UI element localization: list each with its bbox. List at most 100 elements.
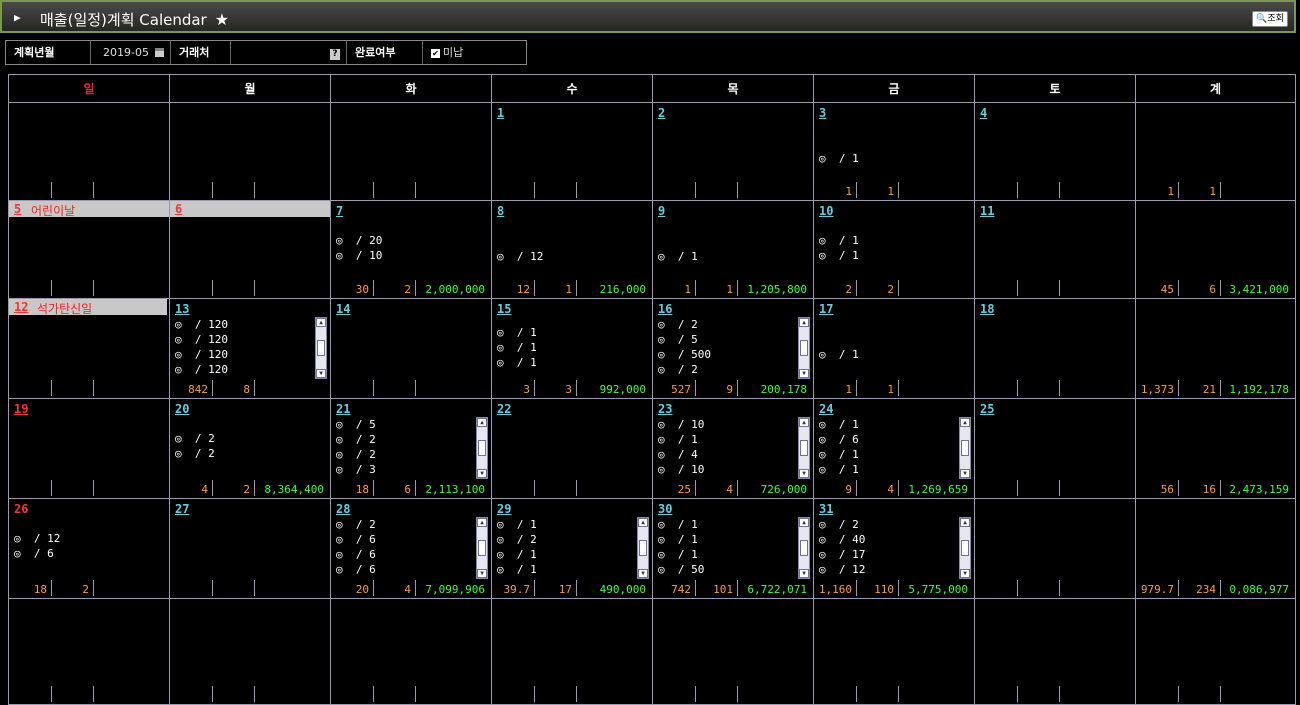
day-number[interactable]: 2 xyxy=(658,106,665,120)
schedule-entry[interactable]: ◎ / 10 xyxy=(658,462,704,477)
scroll-up-icon[interactable]: ▲ xyxy=(960,418,970,427)
week-total-cell[interactable]: 11 xyxy=(1136,103,1296,201)
day-cell[interactable]: 31 ◎ / 2 ◎ / 40 ◎ / 17 ◎ / 12 ▲ ▼ 1,160 110 5,775… xyxy=(814,499,975,599)
day-cell[interactable]: 22 xyxy=(492,399,653,499)
scroll-up-icon[interactable]: ▲ xyxy=(477,518,487,527)
schedule-entry[interactable]: ◎ / 500 xyxy=(658,347,711,362)
entries-scrollbar[interactable]: ▲ ▼ xyxy=(798,517,810,579)
day-cell[interactable]: 28 ◎ / 2 ◎ / 6 ◎ / 6 ◎ / 6 ▲ ▼ 20 4 7,099,906 xyxy=(331,499,492,599)
schedule-entry[interactable]: ◎ / 6 xyxy=(336,547,376,562)
day-cell[interactable]: 10 ◎ / 1 ◎ / 1 2 2 xyxy=(814,201,975,299)
day-number[interactable]: 20 xyxy=(175,402,189,416)
scroll-thumb[interactable] xyxy=(800,540,808,556)
day-cell[interactable]: 5 어린이날 xyxy=(9,201,170,299)
day-cell[interactable]: 12 석가탄신일 xyxy=(9,299,170,399)
week-total-cell[interactable]: 45 6 3,421,000 xyxy=(1136,201,1296,299)
entries-scrollbar[interactable]: ▲ ▼ xyxy=(637,517,649,579)
scroll-up-icon[interactable]: ▲ xyxy=(960,518,970,527)
day-cell[interactable]: 13 ◎ / 120 ◎ / 120 ◎ / 120 ◎ / 120 ▲ ▼ 842 8 xyxy=(170,299,331,399)
day-cell[interactable] xyxy=(653,599,814,705)
day-number[interactable]: 10 xyxy=(819,204,833,218)
day-cell[interactable]: 25 xyxy=(975,399,1136,499)
day-cell[interactable]: 27 xyxy=(170,499,331,599)
day-cell[interactable]: 24 ◎ / 1 ◎ / 6 ◎ / 1 ◎ / 1 ▲ ▼ 9 4 1,269,659 xyxy=(814,399,975,499)
schedule-entry[interactable]: ◎ / 1 xyxy=(819,151,859,166)
schedule-entry[interactable]: ◎ / 10 xyxy=(658,417,704,432)
schedule-entry[interactable]: ◎ / 50 xyxy=(658,562,704,577)
week-total-cell[interactable]: 56 16 2,473,159 xyxy=(1136,399,1296,499)
schedule-entry[interactable]: ◎ / 1 xyxy=(497,325,537,340)
day-cell[interactable]: 19 xyxy=(9,399,170,499)
scroll-up-icon[interactable]: ▲ xyxy=(477,418,487,427)
scroll-down-icon[interactable]: ▼ xyxy=(316,369,326,378)
day-cell[interactable]: 3 ◎ / 1 1 1 xyxy=(814,103,975,201)
schedule-entry[interactable]: ◎ / 2 xyxy=(497,532,537,547)
search-button[interactable]: 🔍조회 xyxy=(1252,11,1288,27)
schedule-entry[interactable]: ◎ / 1 xyxy=(658,432,698,447)
day-number[interactable]: 13 xyxy=(175,302,189,316)
day-number[interactable]: 29 xyxy=(497,502,511,516)
day-number[interactable]: 14 xyxy=(336,302,350,316)
entries-scrollbar[interactable]: ▲ ▼ xyxy=(959,417,971,479)
schedule-entry[interactable]: ◎ / 12 xyxy=(819,562,865,577)
scroll-down-icon[interactable]: ▼ xyxy=(477,569,487,578)
schedule-entry[interactable]: ◎ / 10 xyxy=(336,248,382,263)
day-cell[interactable]: 7 ◎ / 20 ◎ / 10 30 2 2,000,000 xyxy=(331,201,492,299)
scroll-thumb[interactable] xyxy=(961,440,969,456)
day-cell[interactable]: 1 xyxy=(492,103,653,201)
schedule-entry[interactable]: ◎ / 6 xyxy=(336,562,376,577)
scroll-down-icon[interactable]: ▼ xyxy=(638,569,648,578)
scroll-down-icon[interactable]: ▼ xyxy=(960,569,970,578)
day-number[interactable]: 27 xyxy=(175,502,189,516)
scroll-up-icon[interactable]: ▲ xyxy=(799,518,809,527)
day-cell[interactable] xyxy=(9,103,170,201)
scroll-down-icon[interactable]: ▼ xyxy=(799,469,809,478)
schedule-entry[interactable]: ◎ / 3 xyxy=(336,462,376,477)
day-number[interactable]: 31 xyxy=(819,502,833,516)
day-number[interactable]: 23 xyxy=(658,402,672,416)
schedule-entry[interactable]: ◎ / 1 xyxy=(819,233,859,248)
scroll-up-icon[interactable]: ▲ xyxy=(799,318,809,327)
scroll-down-icon[interactable]: ▼ xyxy=(960,469,970,478)
day-number[interactable]: 25 xyxy=(980,402,994,416)
day-number[interactable]: 30 xyxy=(658,502,672,516)
week-total-cell[interactable] xyxy=(1136,599,1296,705)
day-number[interactable]: 1 xyxy=(497,106,504,120)
scroll-down-icon[interactable]: ▼ xyxy=(477,469,487,478)
day-cell[interactable]: 2 xyxy=(653,103,814,201)
scroll-up-icon[interactable]: ▲ xyxy=(638,518,648,527)
scroll-thumb[interactable] xyxy=(478,440,486,456)
day-number[interactable]: 28 xyxy=(336,502,350,516)
day-cell[interactable] xyxy=(975,599,1136,705)
day-number[interactable]: 24 xyxy=(819,402,833,416)
entries-scrollbar[interactable]: ▲ ▼ xyxy=(959,517,971,579)
day-cell[interactable] xyxy=(331,103,492,201)
entries-scrollbar[interactable]: ▲ ▼ xyxy=(315,317,327,379)
schedule-entry[interactable]: ◎ / 1 xyxy=(497,562,537,577)
schedule-entry[interactable]: ◎ / 1 xyxy=(497,340,537,355)
schedule-entry[interactable]: ◎ / 120 xyxy=(175,347,228,362)
day-cell[interactable]: 6 xyxy=(170,201,331,299)
day-number[interactable]: 5 xyxy=(14,202,21,216)
day-cell[interactable]: 9 ◎ / 1 1 1 1,205,800 xyxy=(653,201,814,299)
day-cell[interactable]: 18 xyxy=(975,299,1136,399)
scroll-thumb[interactable] xyxy=(317,340,325,356)
schedule-entry[interactable]: ◎ / 1 xyxy=(819,447,859,462)
day-number[interactable]: 8 xyxy=(497,204,504,218)
plan-month-field[interactable]: 2019-05 xyxy=(91,41,171,64)
schedule-entry[interactable]: ◎ / 2 xyxy=(658,362,698,377)
scroll-up-icon[interactable]: ▲ xyxy=(316,318,326,327)
calendar-icon[interactable] xyxy=(154,48,164,57)
day-number[interactable]: 17 xyxy=(819,302,833,316)
schedule-entry[interactable]: ◎ / 2 xyxy=(336,432,376,447)
day-number[interactable]: 7 xyxy=(336,204,343,218)
day-cell[interactable]: 11 xyxy=(975,201,1136,299)
schedule-entry[interactable]: ◎ / 1 xyxy=(658,532,698,547)
entries-scrollbar[interactable]: ▲ ▼ xyxy=(476,517,488,579)
scroll-thumb[interactable] xyxy=(639,540,647,556)
day-cell[interactable]: 30 ◎ / 1 ◎ / 1 ◎ / 1 ◎ / 50 ▲ ▼ 742 101 6,722,071 xyxy=(653,499,814,599)
schedule-entry[interactable]: ◎ / 120 xyxy=(175,362,228,377)
day-cell[interactable] xyxy=(170,103,331,201)
schedule-entry[interactable]: ◎ / 1 xyxy=(819,248,859,263)
day-cell[interactable] xyxy=(814,599,975,705)
